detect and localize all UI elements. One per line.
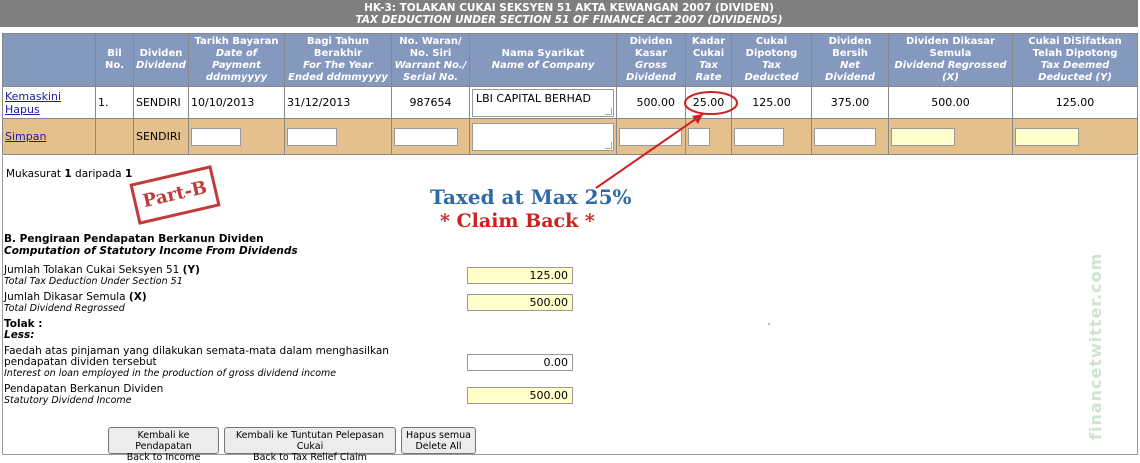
total-regrossed-field[interactable]: 500.00 xyxy=(467,294,573,311)
new-company-textarea[interactable] xyxy=(472,122,614,151)
cell-net: 375.00 xyxy=(811,86,889,119)
header-net: Dividen Bersih Net Dividend xyxy=(811,33,889,87)
tax-deducted-input[interactable] xyxy=(734,127,784,146)
regrossed-input[interactable] xyxy=(891,127,955,146)
row-total-tax-deduction: Jumlah Tolakan Cukai Seksyen 51 (Y) Tota… xyxy=(4,264,200,288)
cell-warrant: 987654 xyxy=(391,86,470,119)
header-deemed: Cukai DiSifatkan Telah Dipotong Tax Deeme… xyxy=(1012,33,1138,87)
company-textarea[interactable]: LBI CAPITAL BERHAD xyxy=(472,88,614,117)
delete-all-button[interactable]: Hapus semua Delete All xyxy=(401,427,476,454)
cell-rate: 25.00 xyxy=(685,86,732,119)
row-total-regrossed: Jumlah Dikasar Semula (X) Total Dividend… xyxy=(4,291,147,315)
header-date: Tarikh Bayaran Date of Payment ddmmyyyy xyxy=(188,33,285,87)
section-b-title: B. Pengiraan Pendapatan Berkanun Dividen… xyxy=(4,233,298,257)
dividend-table: Bil No. Dividen Dividend Tarikh Bayaran Da… xyxy=(2,33,1138,155)
table-header-row: Bil No. Dividen Dividend Tarikh Bayaran Da… xyxy=(2,33,1138,87)
new-cell-gross xyxy=(616,118,686,155)
title-bar: HK-3: TOLAKAN CUKAI SEKSYEN 51 AKTA KEWA… xyxy=(0,0,1138,27)
header-gross: Dividen Kasar Gross Dividend xyxy=(616,33,686,87)
gross-input[interactable] xyxy=(619,127,682,146)
cell-year-end: 31/12/2013 xyxy=(284,86,392,119)
watermark: financetwitter.com xyxy=(1086,252,1105,440)
row-interest: Faedah atas pinjaman yang dilakukan sema… xyxy=(4,345,389,380)
header-company: Nama Syarikat Name of Company xyxy=(469,33,617,87)
cell-dividend: SENDIRI xyxy=(133,86,189,119)
header-warrant: No. Waran/ No. Siri Warrant No./ Serial N… xyxy=(391,33,470,87)
new-cell-bil xyxy=(95,118,134,155)
new-cell-deemed xyxy=(1012,118,1138,155)
deemed-input[interactable] xyxy=(1015,127,1079,146)
cell-gross: 500.00 xyxy=(616,86,686,119)
page-subtitle: TAX DEDUCTION UNDER SECTION 51 OF FINANC… xyxy=(355,14,783,26)
cell-deemed: 125.00 xyxy=(1012,86,1138,119)
callout-taxed: Taxed at Max 25% xyxy=(430,185,632,209)
new-cell-date xyxy=(188,118,285,155)
header-bil: Bil No. xyxy=(95,33,134,87)
net-input[interactable] xyxy=(814,127,876,146)
new-cell-net xyxy=(811,118,889,155)
save-link[interactable]: Simpan xyxy=(5,130,46,143)
cell-date: 10/10/2013 xyxy=(188,86,285,119)
cell-regrossed: 500.00 xyxy=(888,86,1013,119)
cell-bil: 1. xyxy=(95,86,134,119)
callout-claim-back: * Claim Back * xyxy=(440,210,595,232)
new-cell-rate xyxy=(685,118,732,155)
date-input[interactable] xyxy=(191,127,241,146)
warrant-input[interactable] xyxy=(394,127,458,146)
new-cell-year-end xyxy=(284,118,392,155)
page-title: HK-3: TOLAKAN CUKAI SEKSYEN 51 AKTA KEWA… xyxy=(364,2,774,14)
new-row-actions: Simpan xyxy=(2,118,96,155)
new-cell-regrossed xyxy=(888,118,1013,155)
new-entry-row: Simpan SENDIRI xyxy=(2,118,1138,155)
header-dividend: Dividen Dividend xyxy=(133,33,189,87)
interest-field[interactable]: 0.00 xyxy=(467,354,573,371)
new-cell-tax-deducted xyxy=(731,118,812,155)
cell-tax-deducted: 125.00 xyxy=(731,86,812,119)
statutory-income-field[interactable]: 500.00 xyxy=(467,387,573,404)
cell-company: LBI CAPITAL BERHAD xyxy=(469,86,617,119)
header-tax-deducted: Cukai Dipotong Tax Deducted xyxy=(731,33,812,87)
header-year-end: Bagi Tahun Berakhir For The Year Ended dd… xyxy=(284,33,392,87)
delete-link[interactable]: Hapus xyxy=(5,103,40,116)
back-to-income-button[interactable]: Kembali ke Pendapatan Back to Income xyxy=(108,427,219,463)
new-cell-dividend: SENDIRI xyxy=(133,118,189,155)
row-actions: Kemaskini Hapus xyxy=(2,86,96,119)
year-end-input[interactable] xyxy=(287,127,337,146)
rate-input[interactable] xyxy=(688,127,710,146)
edit-link[interactable]: Kemaskini xyxy=(5,90,61,103)
row-statutory-income: Pendapatan Berkanun Dividen Statutory Di… xyxy=(4,383,164,407)
back-to-tax-relief-button[interactable]: Kembali ke Tuntutan Pelepasan Cukai Back … xyxy=(224,427,396,463)
header-actions xyxy=(2,33,96,87)
less-label: Tolak : Less: xyxy=(4,318,43,341)
pagination: Mukasurat 1 daripada 1 xyxy=(6,168,133,180)
header-rate: Kadar Cukai Tax Rate xyxy=(685,33,732,87)
header-regrossed: Dividen Dikasar Semula Dividend Regrossed… xyxy=(888,33,1013,87)
new-cell-company xyxy=(469,118,617,155)
table-row: Kemaskini Hapus 1. SENDIRI 10/10/2013 31… xyxy=(2,86,1138,119)
stray-dot xyxy=(768,323,770,325)
new-cell-warrant xyxy=(391,118,470,155)
form-frame: HK-3: TOLAKAN CUKAI SEKSYEN 51 AKTA KEWA… xyxy=(0,0,1140,463)
total-tax-deduction-field[interactable]: 125.00 xyxy=(467,267,573,284)
